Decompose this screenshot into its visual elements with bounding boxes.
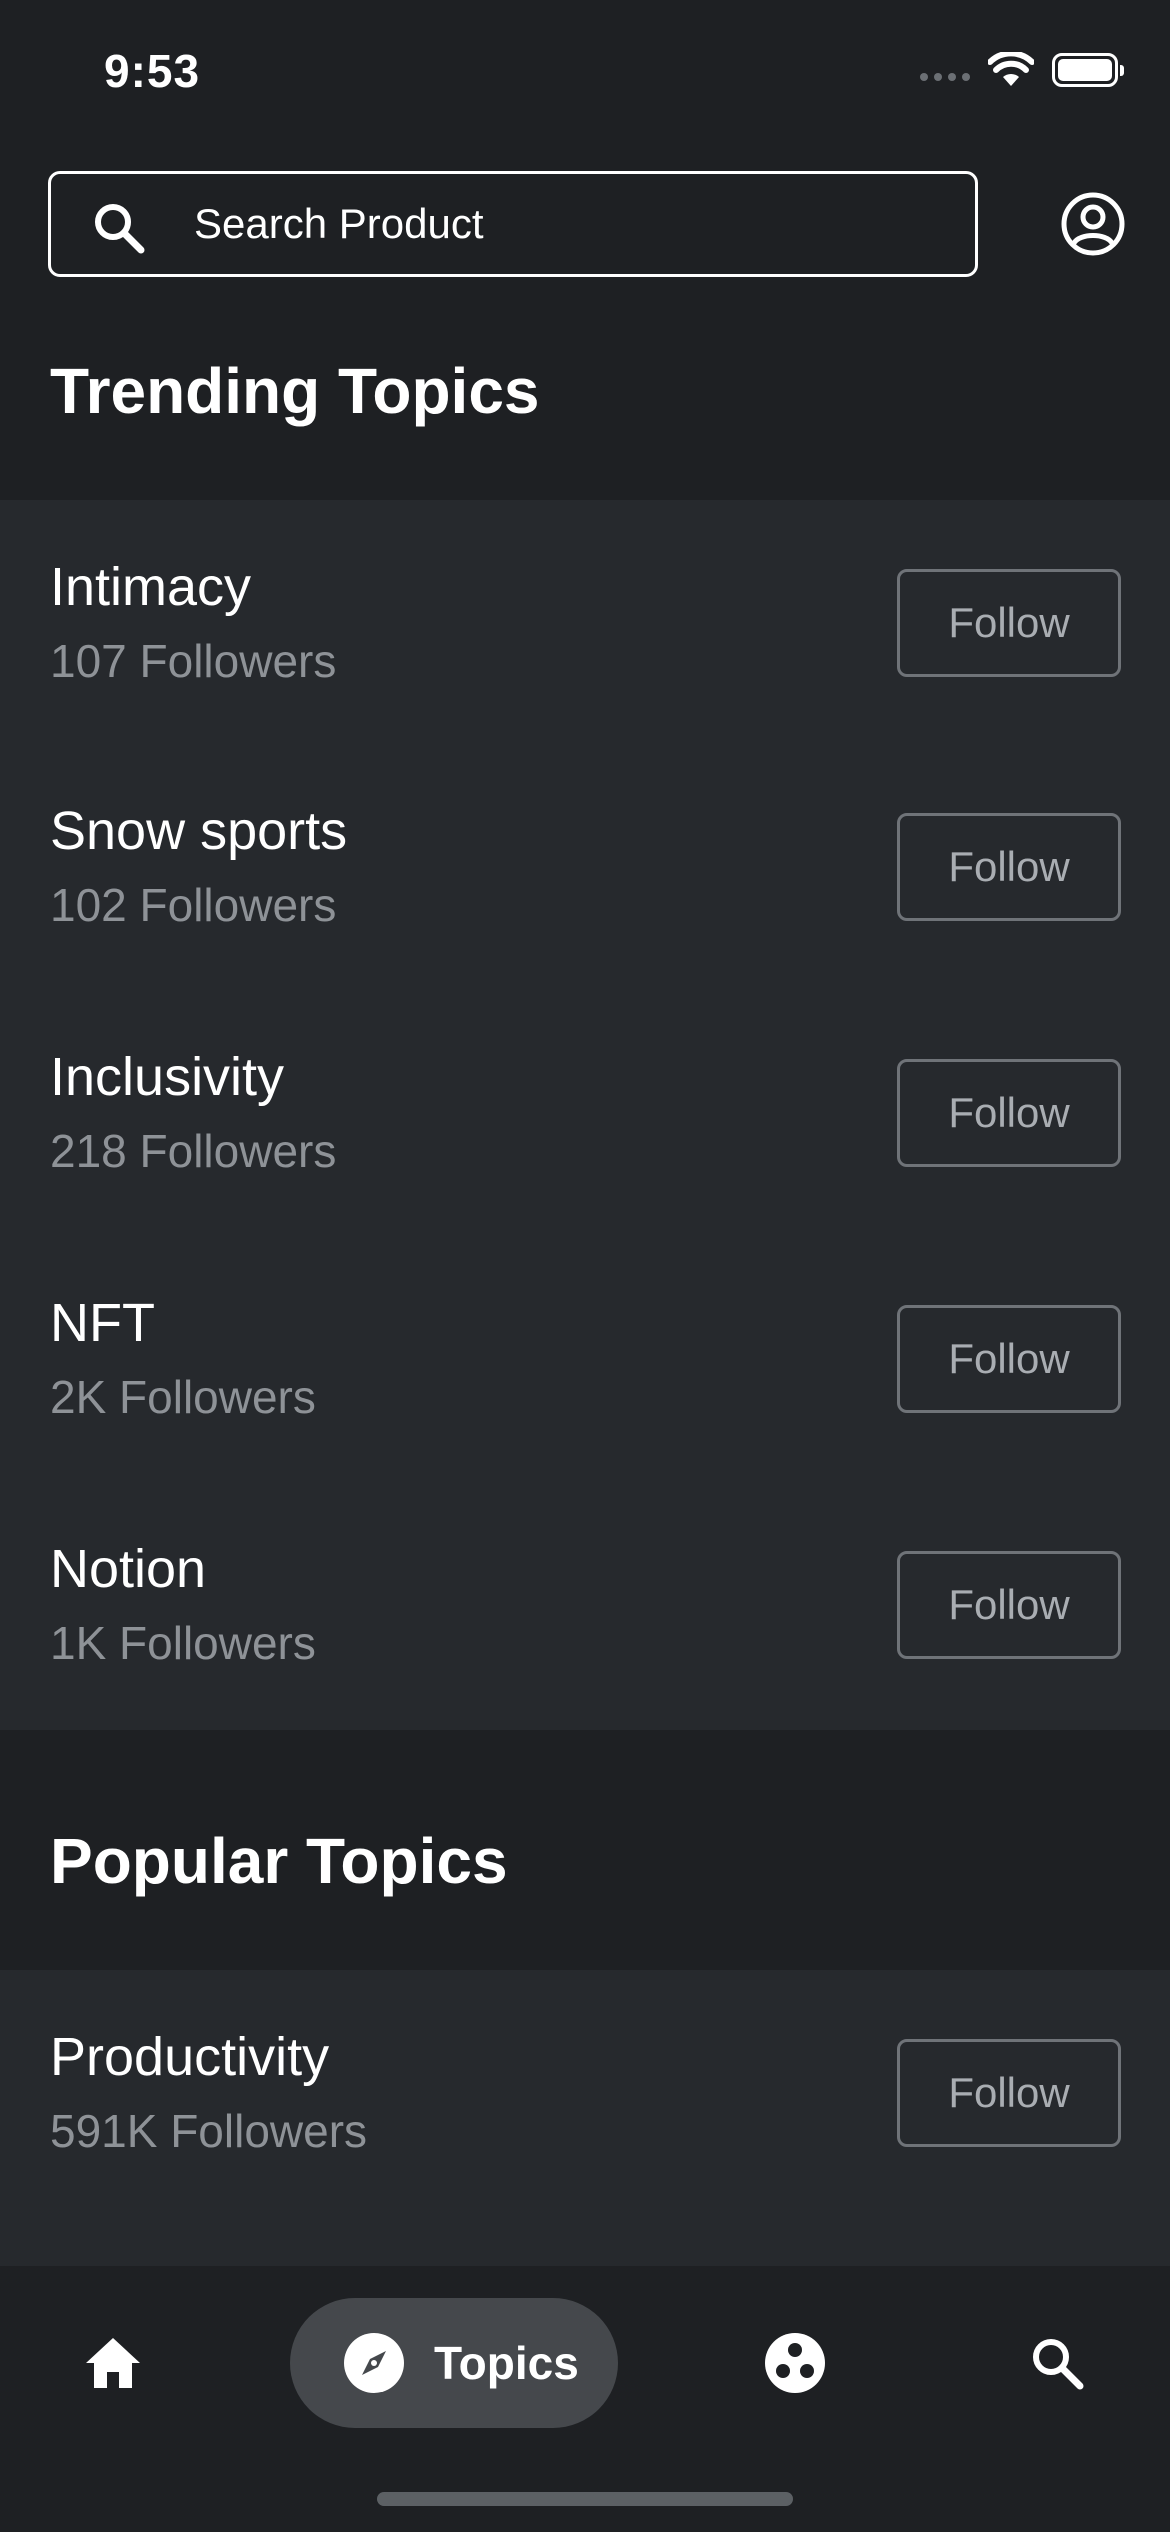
list-item[interactable]: Intimacy 107 Followers Follow <box>0 500 1170 744</box>
search-icon <box>95 204 145 254</box>
home-icon <box>86 2338 140 2388</box>
list-item[interactable]: Inclusivity 218 Followers Follow <box>0 990 1170 1236</box>
wifi-icon <box>988 52 1034 86</box>
follow-button[interactable]: Follow <box>897 813 1121 921</box>
follow-button[interactable]: Follow <box>897 1059 1121 1167</box>
nav-topics[interactable]: Topics <box>290 2298 618 2428</box>
status-indicators <box>920 52 1124 88</box>
nav-topics-label: Topics <box>434 2337 579 2389</box>
list-item[interactable]: NFT 2K Followers Follow <box>0 1236 1170 1482</box>
follow-button[interactable]: Follow <box>897 1551 1121 1659</box>
search-box[interactable] <box>48 171 978 277</box>
topic-followers: 1K Followers <box>50 1617 316 1669</box>
battery-icon <box>1052 53 1124 87</box>
topic-name: Inclusivity <box>50 1047 285 1107</box>
topic-name: Snow sports <box>50 801 348 861</box>
follow-button[interactable]: Follow <box>897 569 1121 677</box>
search-row <box>48 171 1126 277</box>
topic-followers: 591K Followers <box>50 2105 368 2157</box>
list-item[interactable]: Productivity 591K Followers Follow <box>0 1970 1170 2216</box>
list-item[interactable]: Notion 1K Followers Follow <box>0 1482 1170 1728</box>
home-indicator <box>377 2492 793 2506</box>
topic-name: Productivity <box>50 2027 330 2087</box>
topic-followers: 218 Followers <box>50 1125 337 1177</box>
list-item[interactable]: Snow sports 102 Followers Follow <box>0 744 1170 990</box>
search-input[interactable] <box>194 174 954 274</box>
topic-followers: 107 Followers <box>50 635 337 687</box>
topic-name: Intimacy <box>50 557 252 617</box>
popular-topics-list: Productivity 591K Followers Follow <box>0 1970 1170 2266</box>
nav-home[interactable] <box>78 2298 148 2428</box>
screen: 9:53 Trending Topics <box>0 0 1170 2532</box>
status-bar: 9:53 <box>0 0 1170 150</box>
profile-icon[interactable] <box>1060 191 1126 257</box>
follow-button[interactable]: Follow <box>897 2039 1121 2147</box>
topic-followers: 2K Followers <box>50 1371 316 1423</box>
search-icon <box>1033 2339 1084 2390</box>
nav-community[interactable] <box>760 2298 830 2428</box>
community-icon <box>765 2333 825 2393</box>
topic-followers: 102 Followers <box>50 879 337 931</box>
topic-name: Notion <box>50 1539 207 1599</box>
section-title-trending: Trending Topics <box>50 355 540 427</box>
follow-button[interactable]: Follow <box>897 1305 1121 1413</box>
signal-icon <box>920 73 970 81</box>
nav-search[interactable] <box>1022 2298 1092 2428</box>
status-time: 9:53 <box>104 45 201 97</box>
trending-topics-list: Intimacy 107 Followers Follow Snow sport… <box>0 500 1170 1730</box>
section-title-popular: Popular Topics <box>50 1825 508 1897</box>
compass-icon <box>344 2333 404 2393</box>
topic-name: NFT <box>50 1293 155 1353</box>
